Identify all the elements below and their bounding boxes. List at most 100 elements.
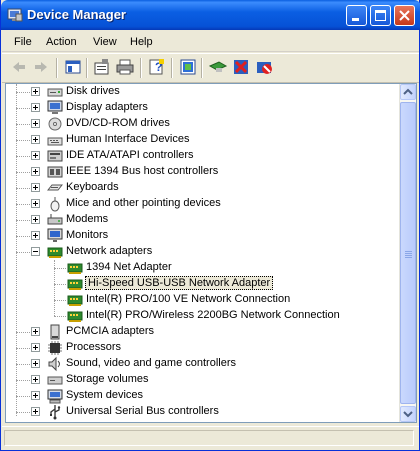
- tree-item-label: Keyboards: [66, 181, 119, 193]
- chevron-down-icon: [403, 411, 413, 418]
- toolbar: ?: [2, 53, 419, 83]
- menu-view[interactable]: View: [93, 36, 117, 48]
- expand-button[interactable]: [31, 359, 40, 368]
- sound-icon: [48, 356, 60, 372]
- device-tree: Disk drives Display adapters DVD/CD-ROM …: [6, 84, 400, 422]
- device-manager-icon: [7, 8, 23, 22]
- ieee1394-icon: [47, 166, 63, 178]
- print-icon[interactable]: [116, 58, 134, 76]
- tree-item-label: Monitors: [66, 229, 109, 241]
- tree-item-sound-video-game[interactable]: Sound, video and game controllers: [6, 356, 396, 372]
- expand-button[interactable]: [31, 215, 40, 224]
- expand-button[interactable]: [31, 407, 40, 416]
- minimize-button[interactable]: [346, 5, 367, 26]
- monitor-icon: [47, 228, 63, 242]
- usb-icon: [50, 405, 61, 420]
- tree-item-label: Human Interface Devices: [66, 133, 190, 145]
- scroll-up-button[interactable]: [400, 84, 416, 100]
- tree-item-label: IDE ATA/ATAPI controllers: [66, 149, 194, 161]
- scroll-thumb[interactable]: [400, 102, 416, 404]
- collapse-button[interactable]: [31, 247, 40, 256]
- tree-item-system-devices[interactable]: System devices: [6, 388, 396, 404]
- menu-file[interactable]: File: [14, 36, 32, 48]
- maximize-icon: [375, 10, 386, 21]
- expand-button[interactable]: [31, 375, 40, 384]
- tree-item-intel-pro-wireless[interactable]: Intel(R) PRO/Wireless 2200BG Network Con…: [6, 308, 396, 324]
- tree-item-pcmcia-adapters[interactable]: PCMCIA adapters: [6, 324, 396, 340]
- status-bar: [2, 426, 419, 449]
- tree-item-label: Disk drives: [66, 85, 120, 97]
- tree-item-mice[interactable]: Mice and other pointing devices: [6, 196, 396, 212]
- scroll-down-button[interactable]: [400, 406, 416, 422]
- expand-button[interactable]: [31, 343, 40, 352]
- tree-item-label: Universal Serial Bus controllers: [66, 405, 219, 417]
- modem-icon: [47, 214, 63, 225]
- tree-item-label: Intel(R) PRO/100 VE Network Connection: [86, 293, 291, 305]
- tree-item-keyboards[interactable]: Keyboards: [6, 180, 396, 196]
- disable-device-icon[interactable]: [232, 58, 250, 76]
- tree-item-label: Hi-Speed USB-USB Network Adapter: [85, 276, 274, 290]
- back-icon[interactable]: [10, 58, 28, 76]
- tree-item-usb-controllers[interactable]: Universal Serial Bus controllers: [6, 404, 396, 420]
- tree-item-ieee-1394[interactable]: IEEE 1394 Bus host controllers: [6, 164, 396, 180]
- expand-button[interactable]: [31, 103, 40, 112]
- update-driver-icon[interactable]: [179, 58, 197, 76]
- tree-item-modems[interactable]: Modems: [6, 212, 396, 228]
- tree-item-1394-net-adapter[interactable]: 1394 Net Adapter: [6, 260, 396, 276]
- expand-button[interactable]: [31, 231, 40, 240]
- title-bar[interactable]: Device Manager: [1, 0, 420, 30]
- properties-icon[interactable]: [93, 58, 111, 76]
- tree-item-intel-pro-100[interactable]: Intel(R) PRO/100 VE Network Connection: [6, 292, 396, 308]
- network-adapter-icon: [67, 263, 83, 274]
- close-button[interactable]: [394, 5, 415, 26]
- expand-button[interactable]: [31, 327, 40, 336]
- tree-item-label: System devices: [66, 389, 144, 401]
- window-title: Device Manager: [27, 7, 126, 22]
- uninstall-device-icon[interactable]: [255, 58, 273, 76]
- chevron-up-icon: [403, 88, 413, 95]
- help-icon[interactable]: ?: [148, 58, 166, 76]
- mouse-icon: [50, 197, 60, 212]
- ide-controller-icon: [47, 150, 63, 162]
- tree-item-processors[interactable]: Processors: [6, 340, 396, 356]
- close-icon: [399, 10, 410, 21]
- expand-button[interactable]: [31, 199, 40, 208]
- network-adapter-icon: [67, 295, 83, 306]
- scan-hardware-icon[interactable]: [209, 58, 227, 76]
- forward-icon[interactable]: [32, 58, 50, 76]
- device-manager-window: Device Manager File Action View Help ? D…: [0, 0, 420, 451]
- tree-item-label: Intel(R) PRO/Wireless 2200BG Network Con…: [86, 309, 340, 321]
- expand-button[interactable]: [31, 391, 40, 400]
- tree-item-human-interface-devices[interactable]: Human Interface Devices: [6, 132, 396, 148]
- tree-item-network-adapters[interactable]: Network adapters: [6, 244, 396, 260]
- menu-bar: File Action View Help: [2, 31, 419, 52]
- expand-button[interactable]: [31, 151, 40, 160]
- expand-button[interactable]: [31, 87, 40, 96]
- expand-button[interactable]: [31, 183, 40, 192]
- expand-button[interactable]: [31, 135, 40, 144]
- system-device-icon: [47, 389, 63, 404]
- tree-item-dvd-cdrom-drives[interactable]: DVD/CD-ROM drives: [6, 116, 396, 132]
- tree-item-display-adapters[interactable]: Display adapters: [6, 100, 396, 116]
- toolbar-separator: [56, 58, 58, 78]
- tree-item-ide-ata-atapi-controllers[interactable]: IDE ATA/ATAPI controllers: [6, 148, 396, 164]
- tree-item-label: Sound, video and game controllers: [66, 357, 236, 369]
- vertical-scrollbar[interactable]: [399, 84, 416, 422]
- cdrom-icon: [48, 117, 62, 131]
- disk-drive-icon: [47, 88, 63, 97]
- toolbar-separator: [201, 58, 203, 78]
- tree-item-storage-volumes[interactable]: Storage volumes: [6, 372, 396, 388]
- expand-button[interactable]: [31, 119, 40, 128]
- maximize-button[interactable]: [370, 5, 391, 26]
- expand-button[interactable]: [31, 167, 40, 176]
- storage-volume-icon: [47, 376, 63, 385]
- toolbar-separator: [86, 58, 88, 78]
- menu-help[interactable]: Help: [130, 36, 153, 48]
- menu-action[interactable]: Action: [46, 36, 77, 48]
- tree-item-hi-speed-usb-network-adapter[interactable]: Hi-Speed USB-USB Network Adapter: [6, 276, 396, 292]
- show-hide-tree-icon[interactable]: [64, 58, 82, 76]
- tree-item-label: Processors: [66, 341, 122, 353]
- tree-item-monitors[interactable]: Monitors: [6, 228, 396, 244]
- tree-item-disk-drives[interactable]: Disk drives: [6, 84, 396, 100]
- pcmcia-icon: [50, 324, 60, 340]
